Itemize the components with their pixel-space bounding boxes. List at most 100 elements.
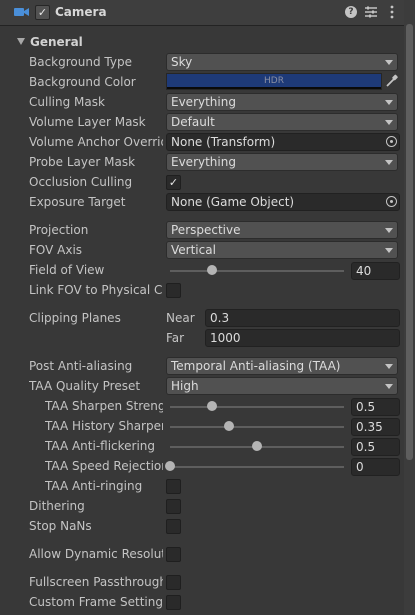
taa-anti-ringing-label: TAA Anti-ringing bbox=[45, 479, 143, 493]
taa-speed-rejection-input[interactable]: 0 bbox=[351, 458, 400, 476]
volume-layer-mask-label: Volume Layer Mask bbox=[29, 115, 146, 129]
volume-layer-mask-dropdown[interactable]: Default bbox=[166, 113, 398, 131]
chevron-down-icon bbox=[385, 248, 393, 253]
taa-quality-dropdown[interactable]: High bbox=[166, 377, 398, 395]
projection-label: Projection bbox=[29, 223, 89, 237]
link-fov-label: Link FOV to Physical Camera bbox=[29, 283, 163, 297]
taa-history-label: TAA History Sharpening bbox=[45, 419, 163, 433]
dithering-checkbox[interactable] bbox=[166, 499, 181, 514]
taa-speed-rejection-value: 0 bbox=[356, 460, 364, 474]
taa-speed-rejection-slider-thumb[interactable] bbox=[165, 461, 175, 471]
dynamic-resolution-checkbox[interactable] bbox=[166, 547, 181, 562]
taa-anti-flickering-input[interactable]: 0.5 bbox=[351, 438, 400, 456]
taa-anti-flickering-slider-thumb[interactable] bbox=[252, 441, 262, 451]
taa-speed-rejection-label: TAA Speed Rejection bbox=[45, 459, 163, 473]
probe-layer-mask-dropdown[interactable]: Everything bbox=[166, 153, 398, 171]
fov-axis-dropdown[interactable]: Vertical bbox=[166, 241, 398, 259]
taa-anti-flickering-label: TAA Anti-flickering bbox=[45, 439, 156, 453]
taa-history-slider[interactable] bbox=[170, 426, 344, 428]
chevron-down-icon bbox=[385, 228, 393, 233]
culling-mask-label: Culling Mask bbox=[29, 95, 105, 109]
volume-anchor-override-value: None (Transform) bbox=[171, 135, 276, 149]
fullscreen-passthrough-label: Fullscreen Passthrough bbox=[29, 575, 163, 589]
taa-sharpen-slider-thumb[interactable] bbox=[206, 401, 217, 411]
volume-anchor-override-field[interactable]: None (Transform) bbox=[166, 133, 400, 151]
culling-mask-value: Everything bbox=[171, 95, 236, 109]
far-clip-value: 1000 bbox=[210, 331, 241, 345]
component-enabled-checkbox[interactable]: ✓ bbox=[35, 5, 50, 20]
scrollbar-thumb[interactable] bbox=[406, 24, 413, 460]
chevron-down-icon bbox=[385, 60, 393, 65]
scrollbar[interactable] bbox=[404, 0, 415, 615]
exposure-target-value: None (Game Object) bbox=[171, 195, 295, 209]
occlusion-culling-label: Occlusion Culling bbox=[29, 175, 133, 189]
taa-sharpen-label: TAA Sharpen Strength bbox=[45, 399, 163, 413]
taa-sharpen-input[interactable]: 0.5 bbox=[351, 398, 400, 416]
custom-frame-settings-label: Custom Frame Settings bbox=[29, 595, 163, 609]
background-type-label: Background Type bbox=[29, 55, 132, 69]
volume-anchor-override-label: Volume Anchor Override bbox=[29, 135, 163, 149]
help-icon[interactable]: ? bbox=[345, 6, 357, 18]
chevron-down-icon bbox=[385, 384, 393, 389]
chevron-down-icon bbox=[385, 120, 393, 125]
stop-nans-label: Stop NaNs bbox=[29, 519, 92, 533]
link-fov-checkbox[interactable] bbox=[166, 283, 181, 298]
near-clip-value: 0.3 bbox=[210, 311, 230, 325]
field-of-view-input[interactable]: 40 bbox=[351, 262, 400, 280]
object-picker-icon[interactable] bbox=[386, 136, 397, 147]
clipping-planes-label: Clipping Planes bbox=[29, 311, 121, 325]
background-color-label: Background Color bbox=[29, 75, 136, 89]
post-anti-aliasing-label: Post Anti-aliasing bbox=[29, 359, 133, 373]
taa-quality-value: High bbox=[171, 379, 199, 393]
taa-speed-rejection-slider[interactable] bbox=[170, 466, 344, 468]
taa-sharpen-slider[interactable] bbox=[170, 406, 344, 408]
exposure-target-label: Exposure Target bbox=[29, 195, 126, 209]
post-anti-aliasing-dropdown[interactable]: Temporal Anti-aliasing (TAA) bbox=[166, 357, 398, 375]
probe-layer-mask-label: Probe Layer Mask bbox=[29, 155, 136, 169]
section-title-general[interactable]: General bbox=[30, 35, 83, 49]
background-type-dropdown[interactable]: Sky bbox=[166, 53, 398, 71]
dithering-label: Dithering bbox=[29, 499, 85, 513]
dynamic-resolution-label: Allow Dynamic Resolution bbox=[29, 547, 163, 561]
taa-quality-label: TAA Quality Preset bbox=[29, 379, 141, 393]
field-of-view-value: 40 bbox=[356, 264, 372, 278]
eyedropper-icon[interactable] bbox=[385, 74, 399, 88]
taa-history-value: 0.35 bbox=[356, 420, 383, 434]
foldout-arrow-icon[interactable] bbox=[17, 38, 25, 45]
taa-anti-ringing-checkbox[interactable] bbox=[166, 479, 181, 494]
occlusion-culling-checkbox[interactable]: ✓ bbox=[166, 175, 181, 190]
taa-history-input[interactable]: 0.35 bbox=[351, 418, 400, 436]
field-of-view-slider[interactable] bbox=[170, 270, 344, 272]
fullscreen-passthrough-checkbox[interactable] bbox=[166, 575, 181, 590]
stop-nans-checkbox[interactable] bbox=[166, 519, 181, 534]
exposure-target-field[interactable]: None (Game Object) bbox=[166, 193, 400, 211]
background-color-field[interactable]: HDR bbox=[166, 73, 382, 90]
near-clip-input[interactable]: 0.3 bbox=[205, 309, 400, 327]
post-anti-aliasing-value: Temporal Anti-aliasing (TAA) bbox=[171, 359, 341, 373]
fov-axis-value: Vertical bbox=[171, 243, 216, 257]
far-clip-input[interactable]: 1000 bbox=[205, 329, 400, 347]
hdr-badge: HDR bbox=[264, 76, 284, 86]
far-label: Far bbox=[166, 331, 185, 345]
field-of-view-slider-thumb[interactable] bbox=[206, 265, 217, 275]
component-title: Camera bbox=[55, 5, 107, 19]
presets-icon[interactable] bbox=[364, 4, 378, 20]
kebab-menu-icon[interactable] bbox=[389, 4, 395, 20]
custom-frame-settings-checkbox[interactable] bbox=[166, 595, 181, 610]
near-label: Near bbox=[166, 311, 195, 325]
chevron-down-icon bbox=[385, 160, 393, 165]
alpha-bar bbox=[167, 87, 381, 89]
component-header[interactable]: ✓ Camera ? bbox=[0, 0, 404, 26]
camera-icon bbox=[14, 8, 29, 16]
culling-mask-dropdown[interactable]: Everything bbox=[166, 93, 398, 111]
object-picker-icon[interactable] bbox=[386, 196, 397, 207]
taa-history-slider-thumb[interactable] bbox=[224, 421, 235, 431]
fov-axis-label: FOV Axis bbox=[29, 243, 83, 257]
projection-dropdown[interactable]: Perspective bbox=[166, 221, 398, 239]
taa-anti-flickering-value: 0.5 bbox=[356, 440, 376, 454]
field-of-view-label: Field of View bbox=[29, 263, 105, 277]
probe-layer-mask-value: Everything bbox=[171, 155, 236, 169]
projection-value: Perspective bbox=[171, 223, 241, 237]
chevron-down-icon bbox=[385, 100, 393, 105]
volume-layer-mask-value: Default bbox=[171, 115, 215, 129]
